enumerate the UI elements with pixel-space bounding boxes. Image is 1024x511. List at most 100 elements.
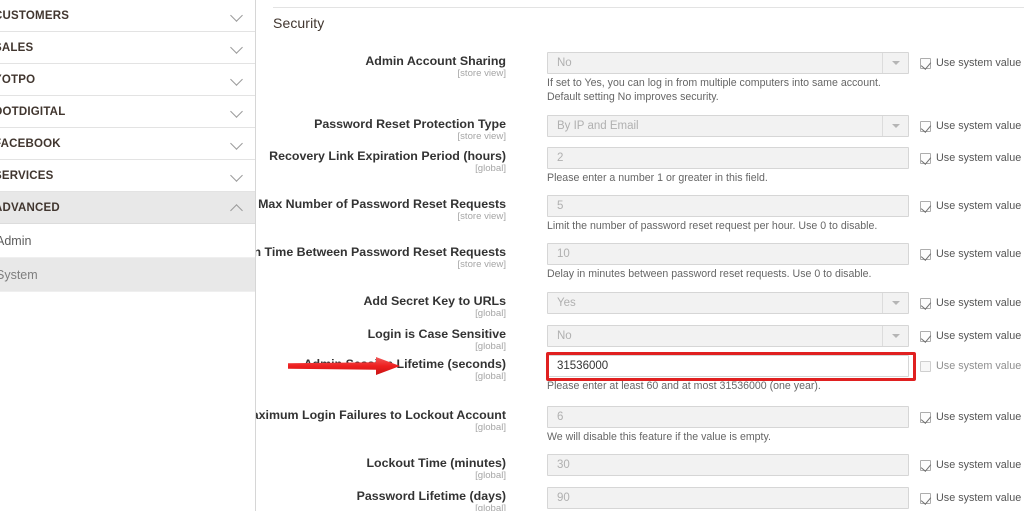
use-system-value-control[interactable]: Use system value [920,247,1021,261]
input-admin-session-lifetime-seconds[interactable] [547,355,909,377]
select-login-is-case-sensitive[interactable]: No [547,325,909,347]
use-system-value-checkbox[interactable] [920,200,931,212]
field-scope-label: [global] [475,470,506,481]
sidebar-section-services[interactable]: SERVICES [0,160,255,192]
use-system-value-checkbox[interactable] [920,297,931,309]
field-hint: Please enter at least 60 and at most 315… [547,380,821,392]
field-scope-label: [global] [475,503,506,511]
select-value: No [557,57,572,69]
chevron-down-icon[interactable] [230,72,243,86]
config-main-panel: Security Admin Account Sharing [store vie… [256,0,1024,511]
field-label: Login is Case Sensitive [global] [256,327,506,352]
field-label-text: Add Secret Key to URLs [363,294,506,308]
use-system-value-checkbox[interactable] [920,459,931,471]
chevron-down-icon[interactable] [230,168,243,182]
sidebar-section-sales[interactable]: SALES [0,32,255,64]
field-control [547,147,909,169]
use-system-value-checkbox[interactable] [920,411,931,423]
sidebar-section-customers[interactable]: CUSTOMERS [0,0,255,32]
field-hint: We will disable this feature if the valu… [547,431,771,443]
use-system-value-checkbox[interactable] [920,330,931,342]
field-row: Login is Case Sensitive [global] No Use sys… [256,325,1024,355]
select-add-secret-key-to-urls[interactable]: Yes [547,292,909,314]
input-recovery-link-expiration-period-hours[interactable] [547,147,909,169]
select-value: Yes [557,297,576,309]
use-system-value-control[interactable]: Use system value [920,296,1021,310]
use-system-value-control[interactable]: Use system value [920,458,1021,472]
sidebar-section-advanced[interactable]: ADVANCED [0,192,255,224]
field-control [547,355,909,377]
chevron-down-icon[interactable] [882,293,908,313]
field-hint: Delay in minutes between password reset … [547,268,872,280]
field-control [547,195,909,217]
config-sidebar: CUSTOMERS SALES YOTPO DOTDIGITAL FACEBOOK SER… [0,0,256,511]
chevron-down-icon[interactable] [882,116,908,136]
use-system-value-control[interactable]: Use system value [920,199,1021,213]
input-lockout-time-minutes[interactable] [547,454,909,476]
use-system-value-label: Use system value [936,492,1022,504]
chevron-down-icon[interactable] [882,53,908,73]
field-label: Max Number of Password Reset Requests [st… [256,197,506,222]
sidebar-item-label: System [0,267,38,282]
select-arrow-glyph [891,301,900,305]
sidebar-section-facebook[interactable]: FACEBOOK [0,128,255,160]
field-control [547,243,909,265]
sidebar-section-label: SALES [0,41,34,54]
chevron-up-icon[interactable] [230,203,243,217]
chevron-down-icon[interactable] [230,8,243,22]
use-system-value-control[interactable]: Use system value [920,410,1021,424]
use-system-value-control[interactable]: Use system value [920,119,1021,133]
use-system-value-control[interactable]: Use system value [920,491,1021,505]
field-scope-label: [global] [475,422,506,433]
chevron-down-icon[interactable] [882,326,908,346]
chevron-down-icon[interactable] [230,104,243,118]
field-label: Maximum Login Failures to Lockout Accoun… [256,408,506,433]
use-system-value-checkbox[interactable] [920,57,931,69]
field-row: Password Reset Protection Type [store vie… [256,115,1024,145]
use-system-value-label: Use system value [936,57,1022,69]
field-control: No [547,325,909,347]
field-label: Password Reset Protection Type [store vie… [256,117,506,142]
select-password-reset-protection-type[interactable]: By IP and Email [547,115,909,137]
field-control [547,454,909,476]
use-system-value-label: Use system value [936,459,1022,471]
field-scope-label: [global] [475,308,506,319]
use-system-value-checkbox[interactable] [920,248,931,260]
field-control: Yes [547,292,909,314]
sidebar-section-label: YOTPO [0,73,36,86]
field-label-text: Password Lifetime (days) [356,489,506,503]
sidebar-section-yotpo[interactable]: YOTPO [0,64,255,96]
field-scope-label: [global] [475,371,506,382]
field-scope-label: [store view] [457,211,506,222]
sidebar-item-label: Admin [0,233,32,248]
input-password-lifetime-days[interactable] [547,487,909,509]
input-max-number-of-password-reset-requests[interactable] [547,195,909,217]
chevron-down-icon[interactable] [230,40,243,54]
use-system-value-control[interactable]: Use system value [920,329,1021,343]
field-control [547,406,909,428]
use-system-value-control[interactable]: Use system value [920,151,1021,165]
use-system-value-checkbox[interactable] [920,120,931,132]
use-system-value-control[interactable]: Use system value [920,56,1021,70]
use-system-value-checkbox[interactable] [920,152,931,164]
chevron-down-icon[interactable] [230,136,243,150]
use-system-value-label: Use system value [936,411,1022,423]
field-row: Lockout Time (minutes)[global] Use system… [256,454,1024,484]
select-arrow-glyph [891,334,900,338]
field-row: Admin Account Sharing [store view] No If se… [256,52,1024,103]
input-min-time-between-password-reset-requests[interactable] [547,243,909,265]
sidebar-section-dotdigital[interactable]: DOTDIGITAL [0,96,255,128]
input-maximum-login-failures-to-lockout-account[interactable] [547,406,909,428]
sidebar-item-system[interactable]: System [0,258,255,292]
field-row: Recovery Link Expiration Period (hours)[… [256,147,1024,184]
sidebar-item-admin[interactable]: Admin [0,224,255,258]
use-system-value-checkbox[interactable] [920,492,931,504]
field-hint: Please enter a number 1 or greater in th… [547,172,768,184]
field-label-text: Password Reset Protection Type [314,117,506,131]
use-system-value-checkbox[interactable] [920,360,931,372]
field-label-text: Lockout Time (minutes) [366,456,506,470]
select-admin-account-sharing[interactable]: No [547,52,909,74]
use-system-value-control[interactable]: Use system value [920,359,1021,373]
use-system-value-label: Use system value [936,360,1022,372]
field-hint: Limit the number of password reset reque… [547,220,878,232]
